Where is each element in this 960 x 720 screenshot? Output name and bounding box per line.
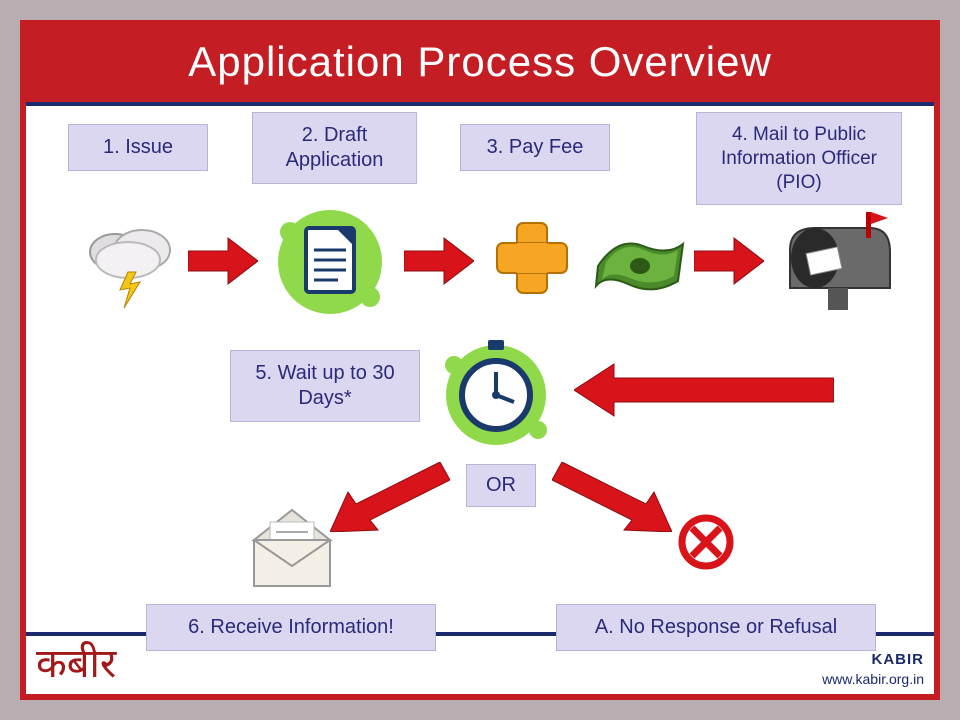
refusal-icon xyxy=(676,512,736,572)
document-icon xyxy=(270,202,390,322)
or-label: OR xyxy=(466,464,536,507)
step-4-label: 4. Mail to Public Information Officer (P… xyxy=(696,112,902,205)
mailbox-icon xyxy=(770,210,900,320)
step-6-label: 6. Receive Information! xyxy=(146,604,436,651)
storm-cloud-icon xyxy=(80,212,180,312)
footer-org-name: KABIR xyxy=(822,650,924,670)
step-5-label: 5. Wait up to 30 Days* xyxy=(230,350,420,422)
step-A-label: A. No Response or Refusal xyxy=(556,604,876,651)
arrow-down-right-icon xyxy=(552,462,672,532)
arrow-left-long-icon xyxy=(574,362,834,418)
step-2-label: 2. Draft Application xyxy=(252,112,417,184)
arrow-right-1-icon xyxy=(188,236,258,286)
stopwatch-icon xyxy=(436,330,556,450)
slide-frame: Application Process Overview 1. Issue 2.… xyxy=(20,20,940,700)
money-icon xyxy=(588,226,688,306)
open-envelope-icon xyxy=(242,504,342,594)
footer-org-block: KABIR www.kabir.org.in xyxy=(822,650,924,688)
step-3-label: 3. Pay Fee xyxy=(460,124,610,171)
diagram-area: 1. Issue 2. Draft Application 3. Pay Fee… xyxy=(26,106,934,632)
arrow-right-2-icon xyxy=(404,236,474,286)
step-1-label: 1. Issue xyxy=(68,124,208,171)
footer-url: www.kabir.org.in xyxy=(822,670,924,688)
arrow-down-left-icon xyxy=(330,462,450,532)
plus-fee-icon xyxy=(482,208,592,318)
arrow-right-3-icon xyxy=(694,236,764,286)
page-title: Application Process Overview xyxy=(26,26,934,102)
footer-logo-text: कबीर xyxy=(36,648,116,688)
slide: Application Process Overview 1. Issue 2.… xyxy=(26,26,934,694)
